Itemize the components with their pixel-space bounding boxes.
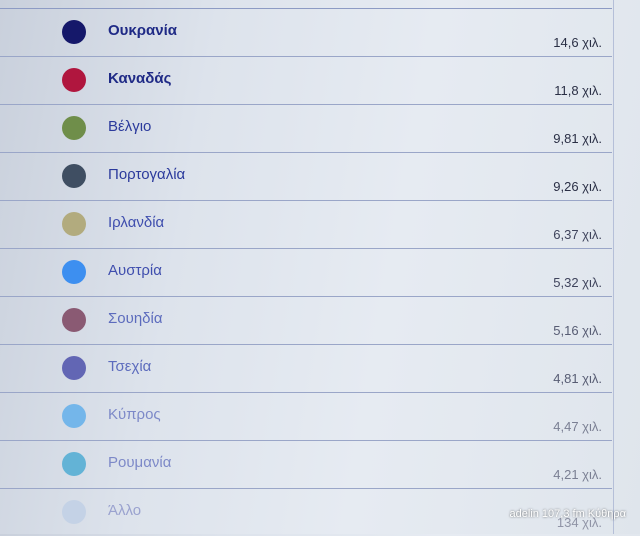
country-name: Σουηδία: [108, 310, 163, 327]
list-item-belgium[interactable]: Βέλγιο 9,81 χιλ.: [0, 104, 612, 152]
country-value: 9,81 χιλ.: [553, 131, 602, 146]
country-value: 4,81 χιλ.: [553, 371, 602, 386]
country-breakdown-panel: Ουκρανία 14,6 χιλ. Καναδάς 11,8 χιλ. Βέλ…: [0, 0, 640, 534]
legend-color-dot: [62, 500, 86, 524]
list-item-austria[interactable]: Αυστρία 5,32 χιλ.: [0, 248, 612, 296]
country-name: Πορτογαλία: [108, 166, 186, 183]
country-value: 5,32 χιλ.: [553, 275, 602, 290]
list-item-portugal[interactable]: Πορτογαλία 9,26 χιλ.: [0, 152, 612, 200]
list-item-romania[interactable]: Ρουμανία 4,21 χιλ.: [0, 440, 612, 488]
country-name: Αυστρία: [108, 262, 162, 279]
list-item-ukraine[interactable]: Ουκρανία 14,6 χιλ.: [0, 8, 612, 56]
country-value: 5,16 χιλ.: [553, 323, 602, 338]
panel-divider: [613, 0, 614, 534]
legend-color-dot: [62, 356, 86, 380]
country-value: 4,47 χιλ.: [553, 419, 602, 434]
country-name: Βέλγιο: [108, 118, 152, 135]
list-item-sweden[interactable]: Σουηδία 5,16 χιλ.: [0, 296, 612, 344]
list-item-czechia[interactable]: Τσεχία 4,81 χιλ.: [0, 344, 612, 392]
legend-color-dot: [62, 452, 86, 476]
legend-color-dot: [62, 68, 86, 92]
country-value: 4,21 χιλ.: [553, 467, 602, 482]
legend-color-dot: [62, 20, 86, 44]
country-name: Ιρλανδία: [108, 214, 165, 231]
country-value: 14,6 χιλ.: [553, 35, 602, 50]
country-name: Τσεχία: [108, 358, 152, 375]
legend-color-dot: [62, 164, 86, 188]
list-item-cyprus[interactable]: Κύπρος 4,47 χιλ.: [0, 392, 612, 440]
legend-color-dot: [62, 308, 86, 332]
country-name: Άλλο: [108, 502, 142, 519]
list-item-canada[interactable]: Καναδάς 11,8 χιλ.: [0, 56, 612, 104]
country-name: Καναδάς: [108, 70, 172, 87]
country-value: 11,8 χιλ.: [554, 83, 602, 98]
country-value: 9,26 χιλ.: [553, 179, 602, 194]
photo-watermark: adelin 107,3 fm Κύθηρα: [509, 508, 626, 520]
country-list: Ουκρανία 14,6 χιλ. Καναδάς 11,8 χιλ. Βέλ…: [0, 8, 612, 536]
country-name: Ρουμανία: [108, 454, 172, 471]
legend-color-dot: [62, 404, 86, 428]
country-name: Κύπρος: [108, 406, 161, 423]
legend-color-dot: [62, 212, 86, 236]
list-item-ireland[interactable]: Ιρλανδία 6,37 χιλ.: [0, 200, 612, 248]
country-value: 6,37 χιλ.: [553, 227, 602, 242]
legend-color-dot: [62, 260, 86, 284]
legend-color-dot: [62, 116, 86, 140]
country-name: Ουκρανία: [108, 22, 177, 39]
